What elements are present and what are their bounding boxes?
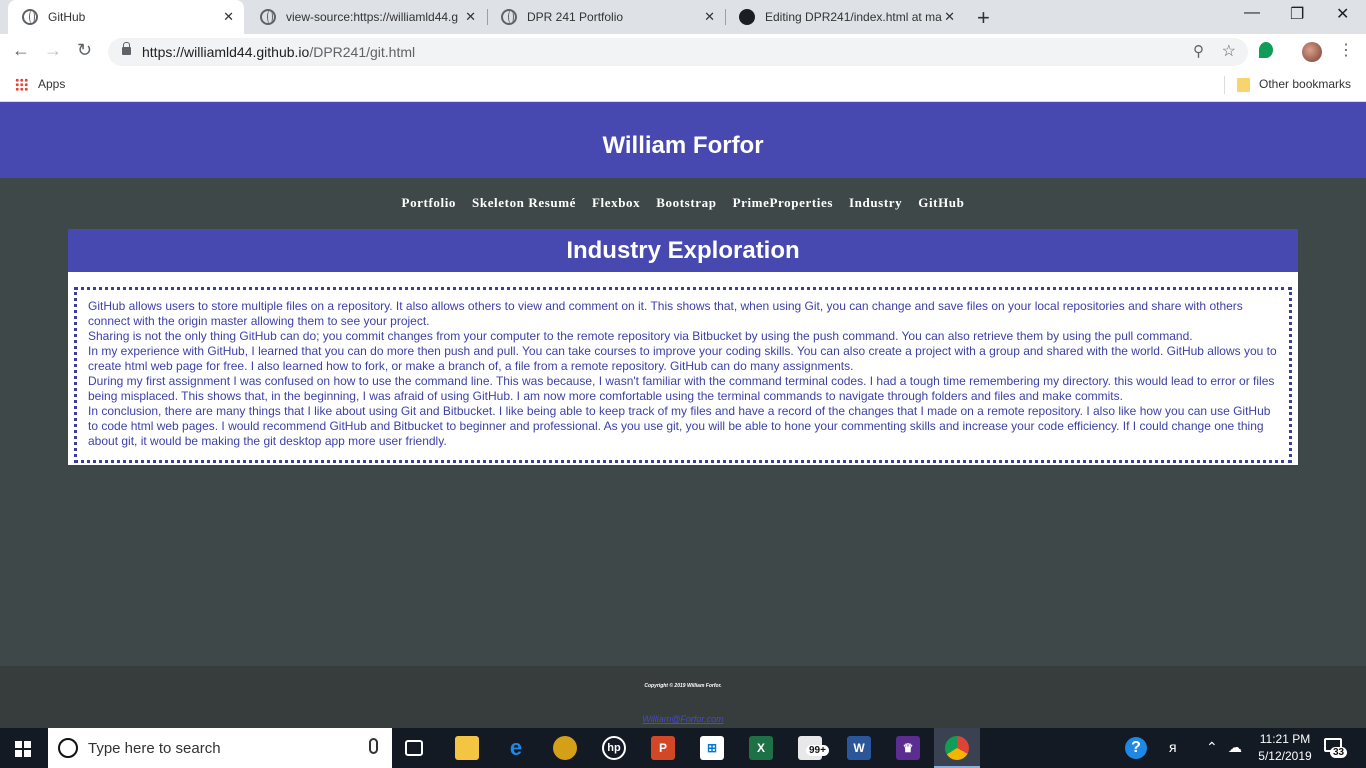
bookmark-separator <box>1224 76 1225 94</box>
site-header: William Forfor <box>0 102 1366 178</box>
folder-icon <box>1237 78 1250 92</box>
paragraph: During my first assignment I was confuse… <box>88 374 1275 403</box>
chevron-up-icon[interactable]: ⌃ <box>1206 739 1218 756</box>
excel-icon[interactable]: X <box>749 736 773 760</box>
nav-skeleton-resume[interactable]: Skeleton Resumé <box>472 195 576 211</box>
content-box: GitHub allows users to store multiple fi… <box>74 287 1292 463</box>
task-view-icon[interactable] <box>405 740 423 756</box>
paragraph: In conclusion, there are many things tha… <box>88 404 1271 448</box>
edge-icon[interactable]: e <box>504 736 528 760</box>
tab-title: Editing DPR241/index.html at ma <box>765 10 942 24</box>
notification-count: 33 <box>1330 747 1348 758</box>
paragraph: GitHub allows users to store multiple fi… <box>88 299 1243 328</box>
paragraph: In my experience with GitHub, I learned … <box>88 344 1277 373</box>
taskbar: Type here to search e hp P ⊞ X 99+ W ♛ ?… <box>0 728 1366 768</box>
site-title: William Forfor <box>602 132 764 159</box>
tab-editing[interactable]: Editing DPR241/index.html at ma ✕ <box>725 0 965 34</box>
file-explorer-icon[interactable] <box>455 736 479 760</box>
trophy-icon[interactable]: ♛ <box>896 736 920 760</box>
industry-section: Industry Exploration GitHub allows users… <box>68 229 1298 465</box>
tab-portfolio[interactable]: DPR 241 Portfolio ✕ <box>487 0 725 34</box>
nav-industry[interactable]: Industry <box>849 195 902 211</box>
chrome-icon[interactable] <box>945 736 969 760</box>
new-tab-button[interactable]: + <box>977 5 990 31</box>
extension-icon[interactable] <box>1259 42 1273 58</box>
globe-icon <box>22 9 38 25</box>
clock-date[interactable]: 5/12/2019 <box>1250 749 1320 763</box>
microphone-icon[interactable] <box>369 738 378 754</box>
taskbar-search[interactable]: Type here to search <box>48 728 392 768</box>
people-icon[interactable]: ᴙ <box>1169 739 1177 755</box>
apps-bookmark[interactable]: Apps <box>38 77 65 91</box>
tab-title: GitHub <box>48 10 86 24</box>
close-tab-icon[interactable]: ✕ <box>704 9 715 25</box>
lock-icon <box>122 42 131 55</box>
browser-menu-icon[interactable]: ⋮ <box>1338 40 1354 60</box>
close-tab-icon[interactable]: ✕ <box>944 9 955 25</box>
tab-view-source[interactable]: view-source:https://williamld44.g ✕ <box>246 0 486 34</box>
globe-icon <box>260 9 276 25</box>
copyright-text: Copyright © 2019 William Forfor. <box>644 683 722 689</box>
minimize-button[interactable]: — <box>1244 4 1260 22</box>
tab-strip: GitHub ✕ view-source:https://williamld44… <box>0 0 1366 34</box>
section-header: Industry Exploration <box>68 229 1298 272</box>
app-icon[interactable] <box>553 736 577 760</box>
cortana-icon <box>58 738 78 758</box>
globe-icon <box>501 9 517 25</box>
back-button[interactable]: ← <box>12 40 30 61</box>
tab-github[interactable]: GitHub ✕ <box>8 0 244 34</box>
url-text[interactable]: https://williamld44.github.io/DPR241/git… <box>142 44 415 60</box>
profile-avatar[interactable] <box>1302 42 1322 62</box>
clock-time[interactable]: 11:21 PM <box>1250 732 1320 746</box>
browser-toolbar: ← → ↻ https://williamld44.github.io/DPR2… <box>0 34 1366 70</box>
word-icon[interactable]: W <box>847 736 871 760</box>
close-window-button[interactable]: ✕ <box>1336 4 1349 24</box>
help-icon[interactable]: ? <box>1125 737 1147 759</box>
search-placeholder: Type here to search <box>88 740 221 757</box>
windows-start-icon[interactable] <box>15 741 31 757</box>
site-footer: Copyright © 2019 William Forfor. William… <box>0 666 1366 728</box>
nav-portfolio[interactable]: Portfolio <box>402 195 457 211</box>
nav-flexbox[interactable]: Flexbox <box>592 195 640 211</box>
address-bar[interactable]: https://williamld44.github.io/DPR241/git… <box>108 38 1248 66</box>
reload-button[interactable]: ↻ <box>77 40 92 61</box>
url-path: /DPR241/git.html <box>309 44 416 60</box>
nav-bootstrap[interactable]: Bootstrap <box>656 195 716 211</box>
onedrive-icon[interactable]: ☁ <box>1228 739 1242 756</box>
restore-button[interactable]: ❐ <box>1290 4 1304 24</box>
email-link[interactable]: William@Forfor.com <box>0 714 1366 724</box>
bookmark-star-icon[interactable]: ☆ <box>1222 41 1236 61</box>
section-title: Industry Exploration <box>566 237 800 264</box>
hp-icon[interactable]: hp <box>602 736 626 760</box>
close-tab-icon[interactable]: ✕ <box>223 9 234 25</box>
url-host: https://williamld44.github.io <box>142 44 310 60</box>
github-icon <box>739 9 755 25</box>
bookmarks-bar: Apps Other bookmarks <box>0 70 1366 102</box>
other-bookmarks[interactable]: Other bookmarks <box>1259 77 1351 91</box>
forward-button[interactable]: → <box>44 40 62 61</box>
mail-badge: 99+ <box>806 745 829 756</box>
apps-grid-icon[interactable] <box>15 78 28 91</box>
nav-github[interactable]: GitHub <box>918 195 964 211</box>
tab-title: view-source:https://williamld44.g <box>286 10 459 24</box>
site-nav: Portfolio Skeleton Resumé Flexbox Bootst… <box>0 195 1366 211</box>
tab-title: DPR 241 Portfolio <box>527 10 624 24</box>
powerpoint-icon[interactable]: P <box>651 736 675 760</box>
store-icon[interactable]: ⊞ <box>700 736 724 760</box>
web-page: William Forfor Portfolio Skeleton Resumé… <box>0 102 1366 728</box>
close-tab-icon[interactable]: ✕ <box>465 9 476 25</box>
zoom-icon[interactable]: ⚲ <box>1193 42 1204 60</box>
paragraph: Sharing is not the only thing GitHub can… <box>88 329 1193 343</box>
nav-primeproperties[interactable]: PrimeProperties <box>733 195 833 211</box>
